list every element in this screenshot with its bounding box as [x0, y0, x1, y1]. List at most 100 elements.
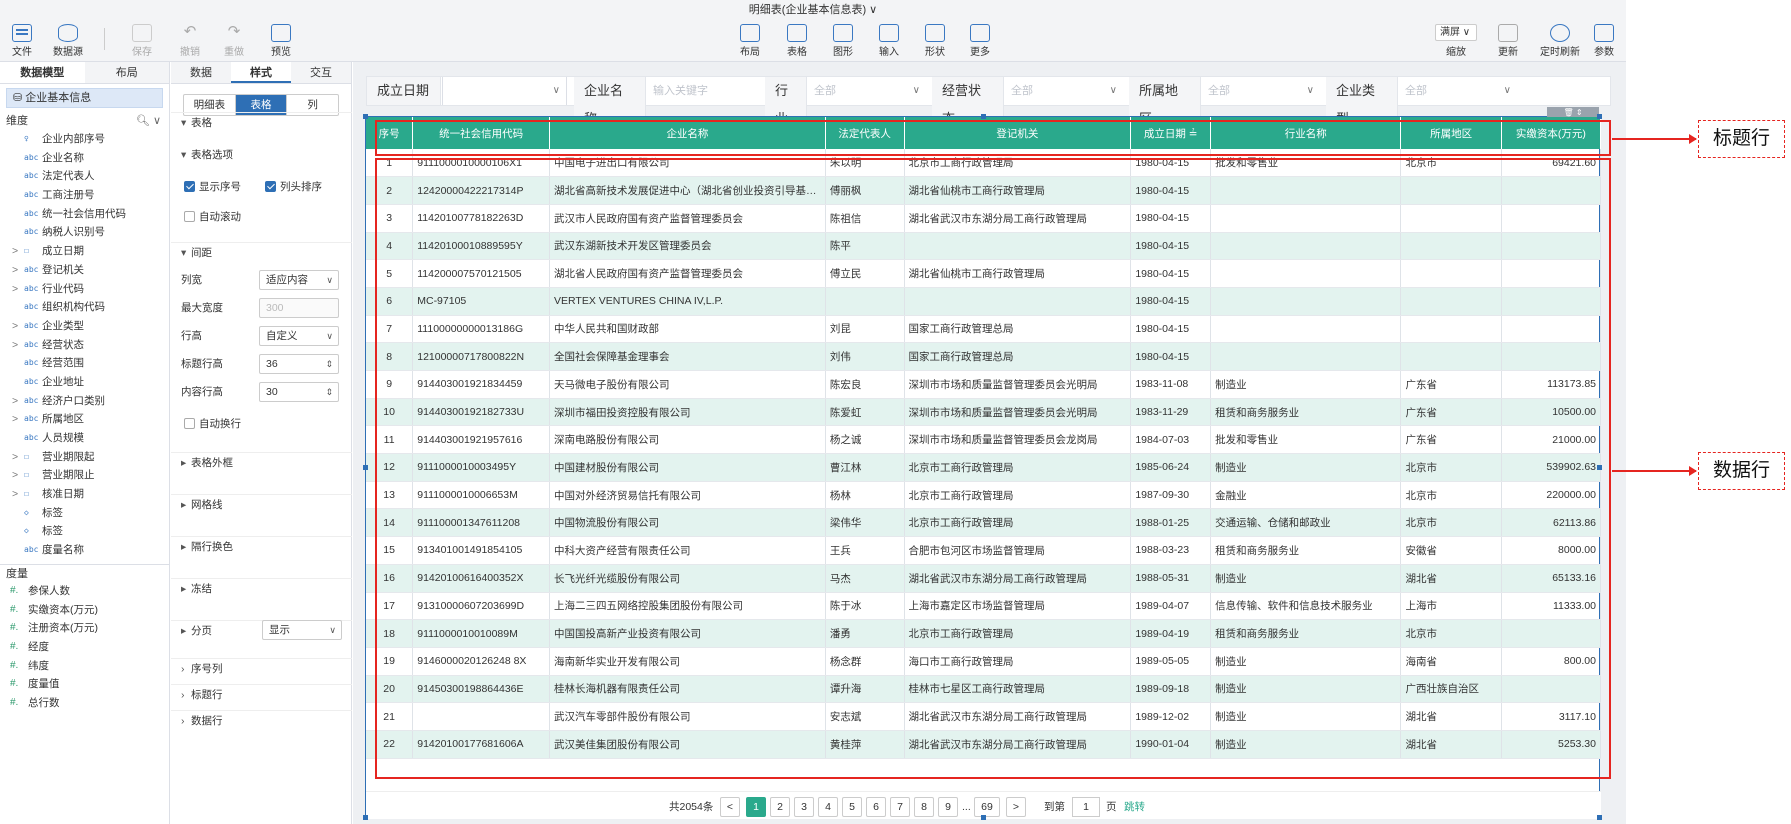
- section-freeze[interactable]: ▸ 冻结: [171, 578, 352, 598]
- dimension-item[interactable]: > abc 登记机关: [0, 261, 169, 280]
- section-title-row[interactable]: › 标题行: [171, 684, 352, 704]
- dimension-item[interactable]: > ☐ 营业期限止: [0, 466, 169, 485]
- section-border[interactable]: ▸ 表格外框: [171, 452, 352, 472]
- params-button[interactable]: 参数: [1584, 24, 1624, 58]
- measure-item[interactable]: #. 纬度: [0, 657, 169, 676]
- layout-button[interactable]: 布局: [730, 24, 770, 58]
- dimension-item[interactable]: ♀ 企业内部序号: [0, 130, 169, 149]
- goto-page-input[interactable]: 1: [1072, 797, 1100, 817]
- section-gridlines[interactable]: ▸ 网格线: [171, 494, 352, 514]
- filter-status-select[interactable]: 全部 ∨: [1005, 77, 1123, 105]
- paging-select[interactable]: 显示 ∨: [262, 620, 342, 640]
- tab-data[interactable]: 数据: [171, 62, 231, 83]
- dimension-item[interactable]: abc 人员规模: [0, 429, 169, 448]
- dimension-item[interactable]: > abc 所属地区: [0, 410, 169, 429]
- auto-wrap-checkbox[interactable]: 自动换行: [184, 417, 241, 431]
- table-button[interactable]: 表格: [777, 24, 817, 58]
- resize-handle[interactable]: [363, 114, 368, 119]
- zoom-select[interactable]: 满屏 ∨ 缩放: [1431, 24, 1481, 58]
- more-button[interactable]: 更多: [960, 24, 1000, 58]
- search-icon[interactable]: 🔍︎: [136, 115, 150, 127]
- max-width-input[interactable]: 300: [259, 298, 339, 318]
- measure-item[interactable]: #. 实缴资本(万元): [0, 601, 169, 620]
- chevron-right-icon[interactable]: >: [12, 261, 18, 280]
- save-button[interactable]: 保存: [122, 24, 162, 58]
- undo-button[interactable]: ↶ 撤销: [170, 24, 210, 59]
- chart-button[interactable]: 图形: [823, 24, 863, 58]
- content-row-height-stepper[interactable]: 30 ⇕: [259, 382, 339, 402]
- page-button[interactable]: 3: [794, 797, 814, 817]
- chevron-right-icon[interactable]: >: [12, 392, 18, 411]
- chevron-right-icon[interactable]: >: [12, 242, 18, 261]
- section-alt-color[interactable]: ▸ 隔行换色: [171, 536, 352, 556]
- page-button[interactable]: 7: [890, 797, 910, 817]
- file-button[interactable]: 文件: [2, 24, 42, 58]
- page-button[interactable]: 5: [842, 797, 862, 817]
- chevron-right-icon[interactable]: >: [12, 448, 18, 467]
- resize-handle[interactable]: [1597, 114, 1602, 119]
- resize-handle[interactable]: [981, 815, 986, 820]
- section-table[interactable]: ▾ 表格: [171, 112, 352, 132]
- zoom-select-box[interactable]: 满屏 ∨: [1435, 24, 1477, 41]
- dimension-item[interactable]: > abc 行业代码: [0, 280, 169, 299]
- dimension-item[interactable]: abc 企业地址: [0, 373, 169, 392]
- section-spacing[interactable]: ▾ 间距: [171, 242, 352, 262]
- measure-item[interactable]: #. 总行数: [0, 694, 169, 713]
- col-width-select[interactable]: 适应内容 ∨: [259, 270, 339, 290]
- preview-button[interactable]: 预览: [261, 24, 301, 58]
- row-height-select[interactable]: 自定义 ∨: [259, 326, 339, 346]
- page-button[interactable]: 8: [914, 797, 934, 817]
- header-sort-checkbox[interactable]: 列头排序: [265, 180, 322, 194]
- page-button[interactable]: 69: [974, 797, 1000, 817]
- dimension-item[interactable]: ◇ 标签: [0, 504, 169, 523]
- tab-layout[interactable]: 布局: [85, 62, 170, 83]
- shape-button[interactable]: 形状: [915, 24, 955, 58]
- input-button[interactable]: 输入: [869, 24, 909, 58]
- tab-data-model[interactable]: 数据模型: [0, 62, 85, 83]
- timed-refresh-button[interactable]: 定时刷新: [1535, 24, 1585, 58]
- measure-item[interactable]: #. 参保人数: [0, 582, 169, 601]
- dimension-item[interactable]: ◇ 标签: [0, 522, 169, 541]
- section-table-options[interactable]: ▾ 表格选项: [171, 145, 352, 165]
- filter-company-type-select[interactable]: 全部 ∨: [1399, 77, 1517, 105]
- measure-item[interactable]: #. 注册资本(万元): [0, 619, 169, 638]
- section-data-row[interactable]: › 数据行: [171, 710, 352, 730]
- dimension-item[interactable]: > abc 经营状态: [0, 336, 169, 355]
- chevron-right-icon[interactable]: >: [12, 280, 18, 299]
- measure-item[interactable]: #. 度量值: [0, 675, 169, 694]
- resize-handle[interactable]: [981, 114, 986, 119]
- section-index-col[interactable]: › 序号列: [171, 658, 352, 678]
- stepper-icon[interactable]: ⇕: [325, 383, 333, 401]
- auto-scroll-checkbox[interactable]: 自动滚动: [184, 210, 241, 224]
- page-button[interactable]: 1: [746, 797, 766, 817]
- next-page-button[interactable]: >: [1006, 797, 1026, 817]
- dimension-item[interactable]: abc 工商注册号: [0, 186, 169, 205]
- tab-interaction[interactable]: 交互: [291, 62, 351, 83]
- show-index-checkbox[interactable]: 显示序号: [184, 180, 241, 194]
- dimension-item[interactable]: > abc 经济户口类别: [0, 392, 169, 411]
- datasource-button[interactable]: 数据源: [48, 24, 88, 58]
- filter-found-date-select[interactable]: ∨: [442, 77, 567, 105]
- dimension-item[interactable]: abc 纳税人识别号: [0, 223, 169, 242]
- prev-page-button[interactable]: <: [720, 797, 740, 817]
- chevron-right-icon[interactable]: >: [12, 410, 18, 429]
- page-button[interactable]: 4: [818, 797, 838, 817]
- dimension-item[interactable]: abc 企业名称: [0, 149, 169, 168]
- window-title[interactable]: 明细表(企业基本信息表) ∨: [0, 0, 1626, 22]
- resize-handle[interactable]: [363, 465, 368, 470]
- update-button[interactable]: 更新: [1488, 24, 1528, 58]
- filter-region-select[interactable]: 全部 ∨: [1202, 77, 1320, 105]
- chevron-right-icon[interactable]: >: [12, 485, 18, 504]
- jump-button[interactable]: 跳转: [1124, 797, 1145, 817]
- page-button[interactable]: 9: [938, 797, 958, 817]
- dimension-item[interactable]: abc 法定代表人: [0, 167, 169, 186]
- filter-industry-select[interactable]: 全部 ∨: [808, 77, 926, 105]
- resize-handle[interactable]: [363, 815, 368, 820]
- dimension-item[interactable]: > abc 企业类型: [0, 317, 169, 336]
- stepper-icon[interactable]: ⇕: [325, 355, 333, 373]
- chevron-right-icon[interactable]: >: [12, 466, 18, 485]
- page-button[interactable]: 2: [770, 797, 790, 817]
- dimension-item[interactable]: > ☐ 成立日期: [0, 242, 169, 261]
- datasource-item[interactable]: ⛁ 企业基本信息: [6, 88, 163, 108]
- dimension-item[interactable]: abc 经营范围: [0, 354, 169, 373]
